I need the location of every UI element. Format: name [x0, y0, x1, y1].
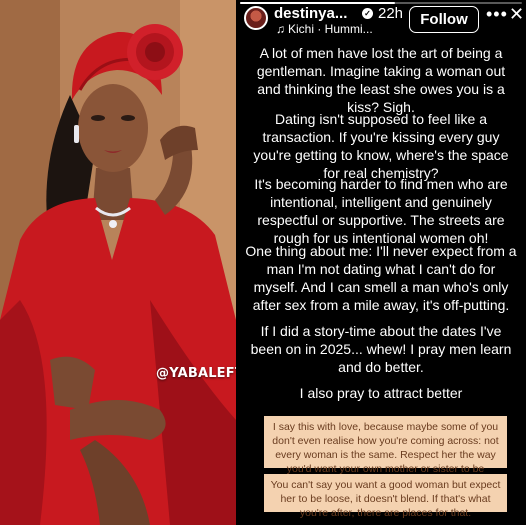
more-options-icon[interactable]: •••	[486, 4, 508, 25]
watermark: @YABALEFTONLINE	[156, 366, 236, 381]
username[interactable]: destinya...	[274, 5, 347, 22]
story-paragraph: One thing about me: I'll never expect fr…	[245, 243, 517, 313]
quote-card: You can't say you want a good woman but …	[264, 474, 507, 519]
woman-in-red-illustration	[0, 0, 236, 525]
close-icon[interactable]: ✕	[509, 4, 524, 25]
story-photo: @YABALEFTONLINE	[0, 0, 236, 525]
verified-badge-icon: ✓	[362, 8, 373, 19]
story-header: destinya... ✓ 22h ♫ Kichi · Hummi... Foll…	[236, 2, 526, 36]
story-paragraph: Dating isn't supposed to feel like a tra…	[253, 111, 509, 181]
music-note-icon: ♫	[276, 22, 285, 36]
post-time: 22h	[378, 5, 404, 22]
music-track-label: Kichi · Hummi...	[288, 22, 373, 36]
follow-button[interactable]: Follow	[409, 6, 479, 33]
story-panel: destinya... ✓ 22h ♫ Kichi · Hummi... Foll…	[236, 0, 526, 525]
quote-card: I say this with love, because maybe some…	[264, 416, 507, 489]
story-paragraph: I also pray to attract better	[299, 385, 463, 401]
music-label[interactable]: ♫ Kichi · Hummi...	[276, 22, 373, 36]
avatar[interactable]	[244, 6, 268, 30]
story-paragraph: It's becoming harder to find men who are…	[254, 176, 508, 246]
story-paragraph: If I did a story-time about the dates I'…	[250, 323, 512, 375]
story-paragraph: A lot of men have lost the art of being …	[256, 45, 506, 115]
